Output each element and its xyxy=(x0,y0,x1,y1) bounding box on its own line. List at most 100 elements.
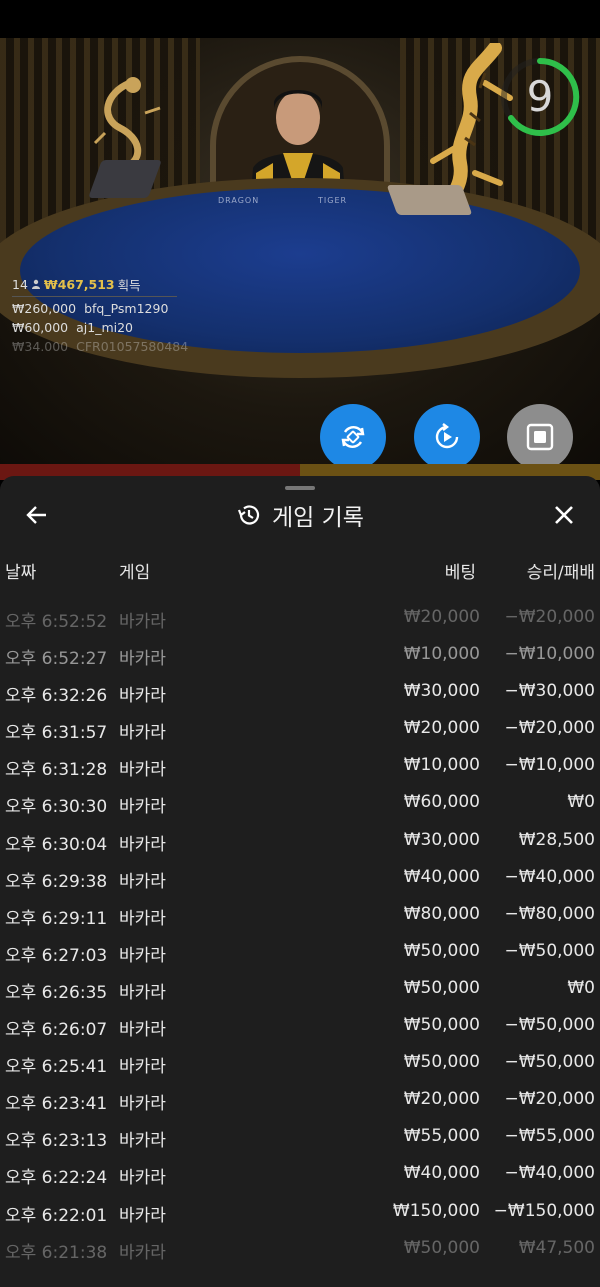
row-bet: ₩50,000 xyxy=(403,1015,480,1036)
history-row[interactable]: 오후 6:30:30 바카라 ₩60,000 ₩0 xyxy=(0,784,600,821)
winners-total-label: 획득 xyxy=(117,277,141,293)
winner-row: ₩34,000 CFR01057580484 xyxy=(12,339,188,351)
history-row[interactable]: 오후 6:52:27 바카라 ₩10,000 −₩10,000 xyxy=(0,636,600,673)
row-result: −₩150,000 xyxy=(493,1200,595,1221)
stop-icon xyxy=(526,423,554,451)
refresh-button[interactable] xyxy=(320,404,386,470)
rotate-refresh-icon xyxy=(341,426,365,448)
history-row[interactable]: 오후 6:23:41 바카라 ₩20,000 −₩20,000 xyxy=(0,1081,600,1118)
close-button[interactable] xyxy=(549,500,579,530)
row-result: ₩0 xyxy=(567,792,595,813)
winner-amount: ₩34,000 xyxy=(12,339,69,351)
row-result: −₩50,000 xyxy=(504,940,595,961)
row-time: 오후 6:22:01 xyxy=(5,1205,108,1226)
row-bet: ₩30,000 xyxy=(403,829,480,850)
row-bet: ₩10,000 xyxy=(403,644,480,665)
history-row[interactable]: 오후 6:32:26 바카라 ₩30,000 −₩30,000 xyxy=(0,673,600,710)
row-time: 오후 6:23:13 xyxy=(5,1131,108,1152)
row-game: 바카라 xyxy=(119,871,166,892)
row-time: 오후 6:31:57 xyxy=(5,723,108,744)
winner-user: aj1_mi20 xyxy=(76,320,134,335)
row-result: −₩20,000 xyxy=(504,718,595,739)
winners-panel: 14 ₩467,513 획득 ₩260,000 bfq_Psm1290 ₩60,… xyxy=(12,274,188,351)
history-row[interactable]: 오후 6:26:35 바카라 ₩50,000 ₩0 xyxy=(0,970,600,1007)
row-bet: ₩50,000 xyxy=(403,977,480,998)
winners-total: ₩467,513 xyxy=(43,276,115,292)
row-game: 바카라 xyxy=(119,982,166,1003)
row-time: 오후 6:29:11 xyxy=(5,908,108,929)
row-game: 바카라 xyxy=(119,797,166,818)
row-result: −₩40,000 xyxy=(504,1163,595,1184)
row-result: −₩55,000 xyxy=(504,1126,595,1147)
close-icon xyxy=(555,506,573,524)
row-game: 바카라 xyxy=(119,1057,166,1078)
replay-button[interactable] xyxy=(414,404,480,470)
row-time: 오후 6:21:38 xyxy=(5,1242,108,1263)
table-label-dragon: DRAGON xyxy=(218,196,260,205)
winner-row: ₩60,000 aj1_mi20 xyxy=(12,320,188,339)
row-game: 바카라 xyxy=(119,686,166,707)
row-result: ₩47,500 xyxy=(518,1237,595,1258)
history-row[interactable]: 오후 6:29:11 바카라 ₩80,000 −₩80,000 xyxy=(0,896,600,933)
row-result: −₩10,000 xyxy=(504,755,595,776)
history-list: 오후 6:52:52 바카라 ₩20,000 −₩20,000 오후 6:52:27 바카… xyxy=(0,599,600,1267)
winner-user: bfq_Psm1290 xyxy=(84,301,169,316)
row-time: 오후 6:27:03 xyxy=(5,945,108,966)
row-time: 오후 6:31:28 xyxy=(5,760,108,781)
card-shoe-right xyxy=(386,185,473,215)
row-game: 바카라 xyxy=(119,1205,166,1226)
row-time: 오후 6:23:41 xyxy=(5,1094,108,1115)
user-icon xyxy=(31,279,40,289)
row-result: −₩10,000 xyxy=(504,644,595,665)
row-result: ₩0 xyxy=(567,977,595,998)
sheet-drag-handle[interactable] xyxy=(285,486,315,490)
row-result: −₩20,000 xyxy=(504,607,595,627)
row-result: −₩20,000 xyxy=(504,1089,595,1110)
winner-amount: ₩260,000 xyxy=(12,301,77,316)
history-row[interactable]: 오후 6:29:38 바카라 ₩40,000 −₩40,000 xyxy=(0,859,600,896)
history-row[interactable]: 오후 6:31:28 바카라 ₩10,000 −₩10,000 xyxy=(0,747,600,784)
row-game: 바카라 xyxy=(119,1094,166,1115)
row-bet: ₩55,000 xyxy=(403,1126,480,1147)
row-time: 오후 6:30:04 xyxy=(5,834,108,855)
history-icon xyxy=(237,505,260,525)
stop-button[interactable] xyxy=(507,404,573,470)
status-bar xyxy=(0,0,600,38)
row-game: 바카라 xyxy=(119,1131,166,1152)
history-row[interactable]: 오후 6:26:07 바카라 ₩50,000 −₩50,000 xyxy=(0,1007,600,1044)
row-bet: ₩10,000 xyxy=(403,755,480,776)
row-time: 오후 6:29:38 xyxy=(5,871,108,892)
history-row[interactable]: 오후 6:25:41 바카라 ₩50,000 −₩50,000 xyxy=(0,1044,600,1081)
row-bet: ₩20,000 xyxy=(403,1089,480,1110)
row-time: 오후 6:26:35 xyxy=(5,982,108,1003)
row-time: 오후 6:32:26 xyxy=(5,686,108,707)
row-result: ₩28,500 xyxy=(518,829,595,850)
column-date: 날짜 xyxy=(5,563,37,583)
row-result: −₩30,000 xyxy=(504,681,595,702)
row-bet: ₩50,000 xyxy=(403,1052,480,1073)
row-time: 오후 6:26:07 xyxy=(5,1020,108,1041)
history-row[interactable]: 오후 6:31:57 바카라 ₩20,000 −₩20,000 xyxy=(0,710,600,747)
row-bet: ₩80,000 xyxy=(403,903,480,924)
row-game: 바카라 xyxy=(119,908,166,929)
history-row[interactable]: 오후 6:22:01 바카라 ₩150,000 −₩150,000 xyxy=(0,1193,600,1230)
row-time: 오후 6:22:24 xyxy=(5,1168,108,1189)
row-time: 오후 6:30:30 xyxy=(5,797,108,818)
row-bet: ₩50,000 xyxy=(403,940,480,961)
history-row[interactable]: 오후 6:22:24 바카라 ₩40,000 −₩40,000 xyxy=(0,1155,600,1192)
row-game: 바카라 xyxy=(119,1168,166,1189)
row-bet: ₩50,000 xyxy=(403,1237,480,1258)
history-row[interactable]: 오후 6:52:52 바카라 ₩20,000 −₩20,000 xyxy=(0,599,600,636)
history-row[interactable]: 오후 6:27:03 바카라 ₩50,000 −₩50,000 xyxy=(0,933,600,970)
row-result: −₩80,000 xyxy=(504,903,595,924)
history-row[interactable]: 오후 6:21:38 바카라 ₩50,000 ₩47,500 xyxy=(0,1230,600,1267)
row-time: 오후 6:52:27 xyxy=(5,649,108,670)
winner-amount: ₩60,000 xyxy=(12,320,69,335)
replay-video-icon xyxy=(435,423,459,449)
history-row[interactable]: 오후 6:23:13 바카라 ₩55,000 −₩55,000 xyxy=(0,1118,600,1155)
history-row[interactable]: 오후 6:30:04 바카라 ₩30,000 ₩28,500 xyxy=(0,822,600,859)
sheet-title: 게임 기록 xyxy=(272,505,364,531)
row-game: 바카라 xyxy=(119,1020,166,1041)
game-history-sheet: 게임 기록 날짜 게임 베팅 승리/패배 오후 6:52:52 바카라 ₩20,00… xyxy=(0,476,600,1287)
row-bet: ₩40,000 xyxy=(403,866,480,887)
